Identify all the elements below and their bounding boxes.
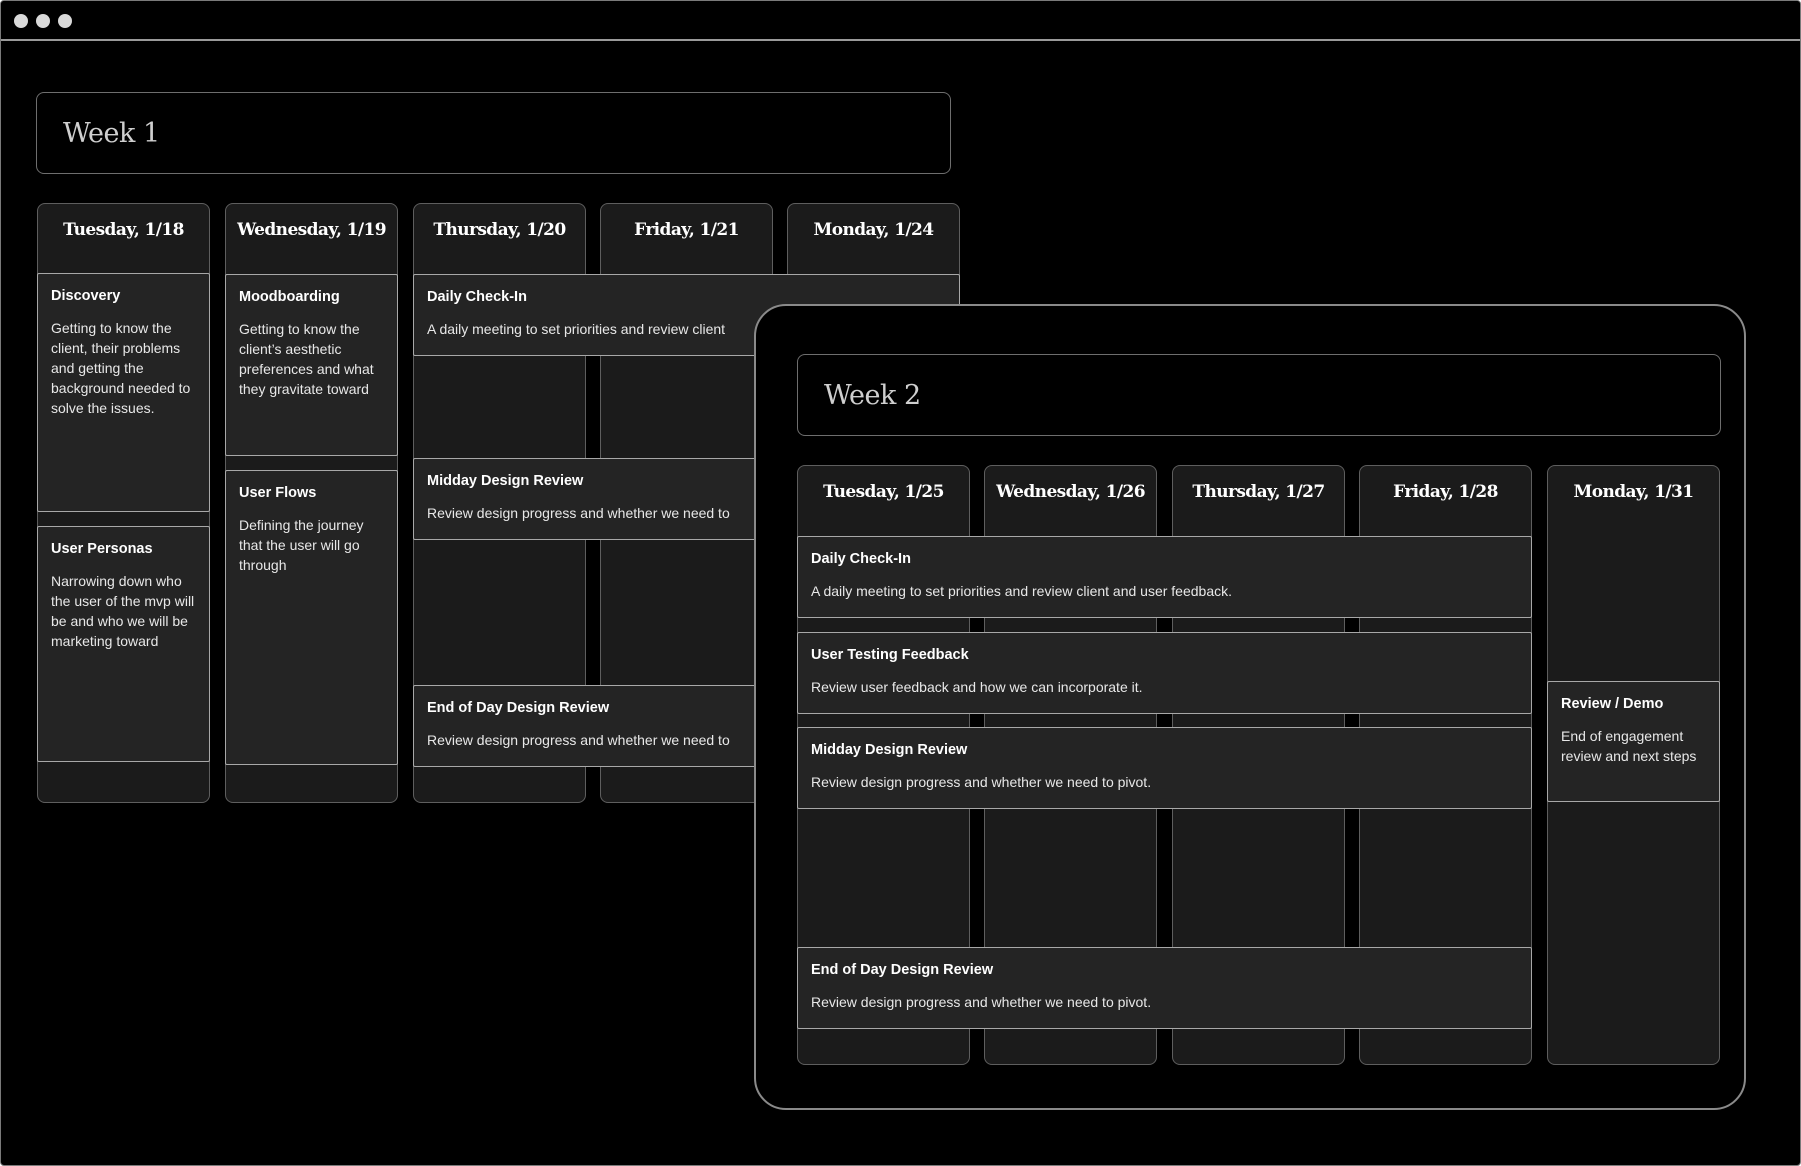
day-header: Monday, 1/24 [813, 220, 934, 240]
card-title: User Personas [51, 541, 153, 557]
card-title: User Testing Feedback [811, 647, 969, 663]
day-header: Friday, 1/28 [1393, 482, 1498, 502]
day-header: Tuesday, 1/18 [63, 220, 184, 240]
week1-card-user-flows[interactable]: User Flows Defining the journey that the… [225, 470, 398, 765]
maximize-window-dot-icon[interactable] [58, 14, 72, 28]
card-title: End of Day Design Review [811, 962, 994, 978]
app-window: Week 1 Tuesday, 1/18 Wednesday, 1/19 Thu… [0, 0, 1801, 1166]
day-header: Friday, 1/21 [634, 220, 739, 240]
card-description: Review design progress and whether we ne… [427, 732, 730, 748]
week2-card-midday-design-review[interactable]: Midday Design Review Review design progr… [797, 727, 1532, 809]
card-description: Getting to know the client, their proble… [51, 320, 191, 416]
card-description: End of engagement review and next steps [1561, 728, 1697, 764]
card-description: Narrowing down who the user of the mvp w… [51, 573, 195, 649]
card-title: Daily Check-In [811, 551, 911, 567]
card-description: Getting to know the client’s aesthetic p… [239, 321, 374, 397]
week2-card-daily-check-in[interactable]: Daily Check-In A daily meeting to set pr… [797, 536, 1532, 618]
day-header: Thursday, 1/20 [433, 220, 566, 240]
day-header: Monday, 1/31 [1573, 482, 1694, 502]
day-header: Tuesday, 1/25 [823, 482, 944, 502]
card-description: A daily meeting to set priorities and re… [811, 583, 1233, 599]
card-title: Review / Demo [1561, 696, 1664, 712]
card-description: Review design progress and whether we ne… [811, 994, 1152, 1010]
week2-card-end-of-day-design-review[interactable]: End of Day Design Review Review design p… [797, 947, 1532, 1029]
week1-title: Week 1 [36, 92, 951, 174]
close-window-dot-icon[interactable] [14, 14, 28, 28]
card-description: Review user feedback and how we can inco… [811, 679, 1143, 695]
week1-card-moodboarding[interactable]: Moodboarding Getting to know the client’… [225, 274, 398, 456]
week1-card-end-of-day-design-review[interactable]: End of Day Design Review Review design p… [413, 685, 813, 767]
card-title: User Flows [239, 485, 317, 501]
card-description: Review design progress and whether we ne… [427, 505, 730, 521]
card-title: Moodboarding [239, 289, 340, 305]
card-description: Defining the journey that the user will … [239, 517, 364, 573]
week1-card-midday-design-review[interactable]: Midday Design Review Review design progr… [413, 458, 813, 540]
minimize-window-dot-icon[interactable] [36, 14, 50, 28]
card-description: Review design progress and whether we ne… [811, 774, 1152, 790]
week2-title: Week 2 [797, 354, 1721, 436]
card-title: Daily Check-In [427, 289, 527, 305]
card-title: Discovery [51, 288, 121, 304]
day-header: Thursday, 1/27 [1192, 482, 1325, 502]
week1-card-user-personas[interactable]: User Personas Narrowing down who the use… [37, 526, 210, 762]
title-bar [1, 1, 1800, 41]
card-title: Midday Design Review [427, 473, 584, 489]
week1-card-discovery[interactable]: Discovery Getting to know the client, th… [37, 273, 210, 512]
week2-card-review-demo[interactable]: Review / Demo End of engagement review a… [1547, 681, 1720, 802]
card-title: End of Day Design Review [427, 700, 610, 716]
week2-card-user-testing-feedback[interactable]: User Testing Feedback Review user feedba… [797, 632, 1532, 714]
day-header: Wednesday, 1/26 [996, 482, 1145, 502]
day-header: Wednesday, 1/19 [237, 220, 386, 240]
card-title: Midday Design Review [811, 742, 968, 758]
